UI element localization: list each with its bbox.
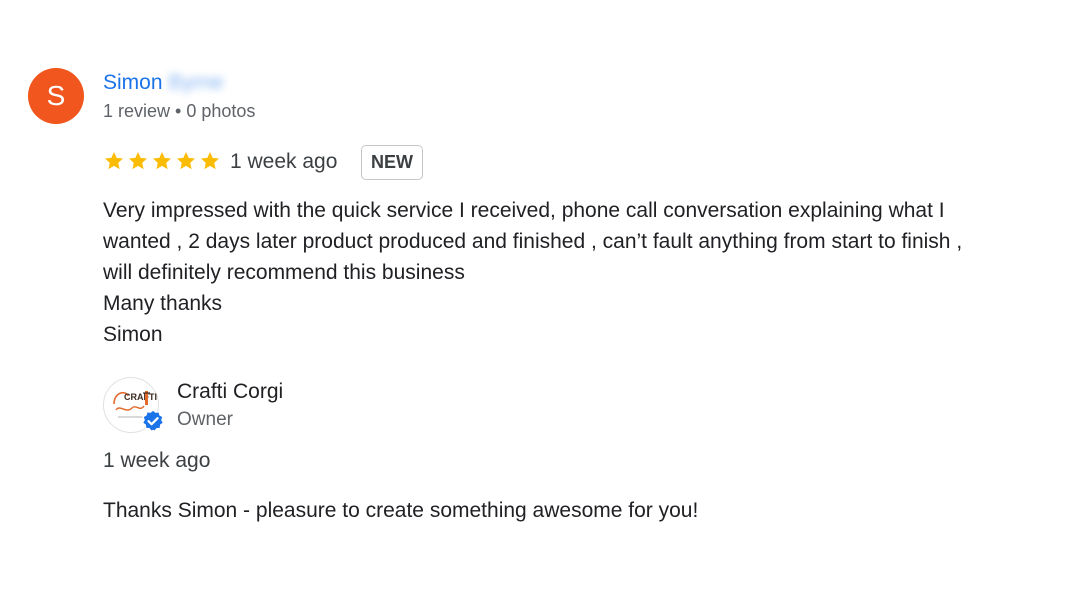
star-icon xyxy=(177,152,195,170)
star-icon xyxy=(129,152,147,170)
verified-check-icon xyxy=(141,409,165,432)
star-icon xyxy=(153,152,171,170)
logo-lettering: CRAFTI xyxy=(124,392,157,402)
review-line: Many thanks xyxy=(103,292,223,315)
review-card: S Simon Byrne 1 review • 0 photos 1 week … xyxy=(0,0,1080,600)
star-icon xyxy=(201,152,219,170)
review-timestamp: 1 week ago xyxy=(230,150,338,173)
reply-timestamp: 1 week ago xyxy=(103,449,211,472)
reviewer-avatar[interactable]: S xyxy=(28,68,84,124)
review-line: Very impressed with the quick service I … xyxy=(103,199,945,222)
star-rating xyxy=(103,148,221,174)
owner-reply-body: Thanks Simon - pleasure to create someth… xyxy=(103,499,699,522)
review-line: wanted , 2 days later product produced a… xyxy=(103,230,963,253)
review-line: will definitely recommend this business xyxy=(103,261,465,284)
review-line: Simon xyxy=(103,323,163,346)
reviewer-surname-redacted: Byrne xyxy=(168,71,224,94)
new-badge: NEW xyxy=(361,145,423,180)
owner-role: Owner xyxy=(177,409,233,430)
reviewer-stats: 1 review • 0 photos xyxy=(103,101,256,121)
reviewer-name-link[interactable]: Simon Byrne xyxy=(103,70,223,96)
star-icon xyxy=(105,152,123,170)
owner-name: Crafti Corgi xyxy=(177,380,284,403)
reviewer-first-name[interactable]: Simon xyxy=(103,71,163,94)
review-body: Very impressed with the quick service I … xyxy=(103,195,1063,350)
